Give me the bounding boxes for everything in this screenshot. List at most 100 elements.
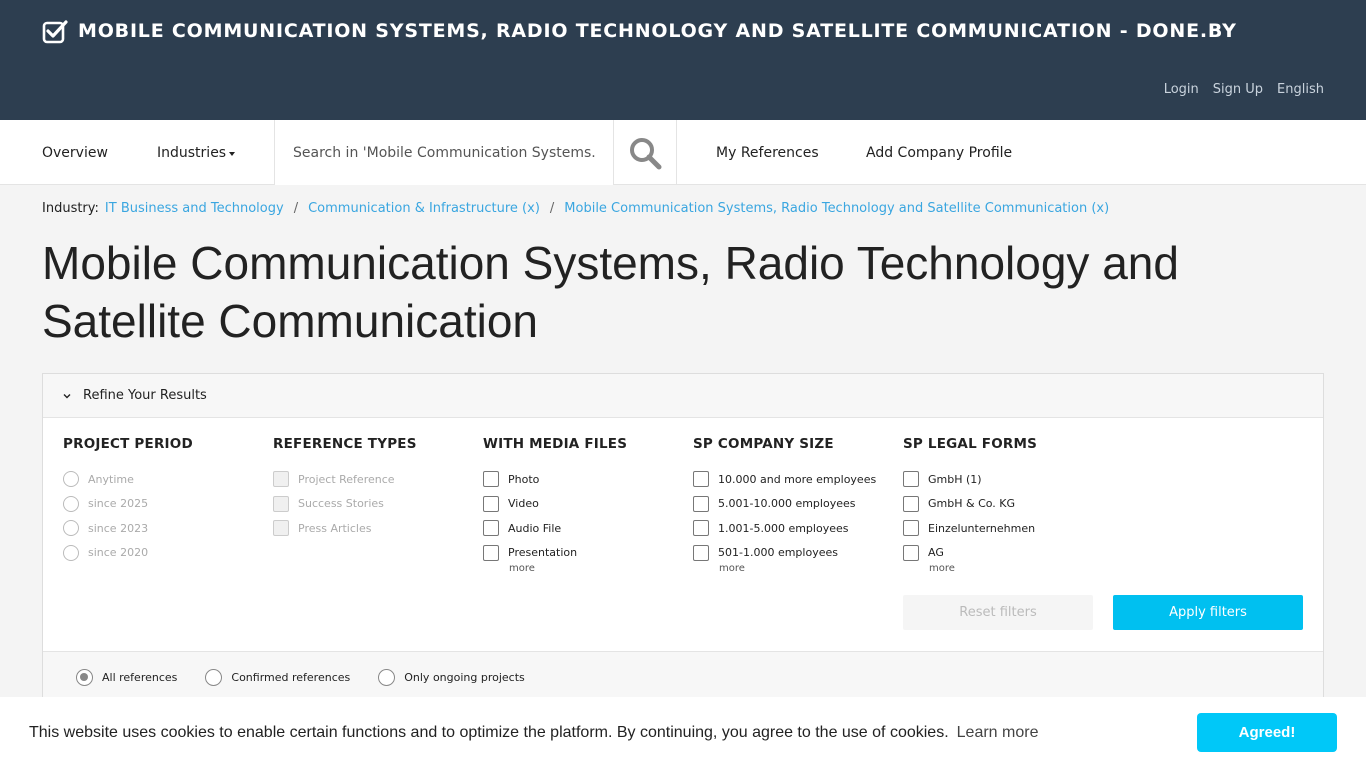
filter-panel-toggle[interactable]: Refine Your Results [43, 374, 1323, 418]
chevron-down-icon [63, 393, 71, 398]
filter-legal-forms: SP LEGAL FORMS GmbH (1) GmbH & Co. KG Ei… [903, 436, 1103, 574]
breadcrumb-label: Industry: [42, 201, 99, 216]
more-link[interactable]: more [719, 563, 893, 574]
checkbox[interactable] [693, 471, 709, 488]
login-link[interactable]: Login [1164, 82, 1199, 97]
option-label: Success Stories [298, 497, 384, 511]
option-label: Project Reference [298, 472, 395, 486]
reference-type-option[interactable]: Success Stories [273, 492, 473, 517]
more-link[interactable]: more [929, 563, 1103, 574]
filter-reference-types: REFERENCE TYPES Project Reference Succes… [273, 436, 473, 541]
checkbox[interactable] [693, 495, 709, 512]
checkbox[interactable] [903, 544, 919, 561]
period-option[interactable]: Anytime [63, 467, 263, 492]
legal-form-option[interactable]: GmbH (1) [903, 467, 1103, 492]
option-label: Press Articles [298, 521, 372, 535]
checkbox-check-icon [42, 20, 68, 44]
scope-option-confirmed[interactable]: Confirmed references [205, 669, 350, 686]
search-icon [630, 137, 662, 169]
checkbox[interactable] [483, 471, 499, 488]
radio-button[interactable] [63, 471, 79, 488]
filter-group-title: PROJECT PERIOD [63, 436, 193, 452]
media-option[interactable]: Photo [483, 467, 683, 492]
filter-panel: Refine Your Results PROJECT PERIOD Anyti… [42, 373, 1324, 713]
checkbox[interactable] [693, 520, 709, 537]
more-link[interactable]: more [509, 563, 683, 574]
legal-form-option[interactable]: AG [903, 541, 1103, 566]
option-label: Presentation [508, 546, 578, 560]
filter-group-title: SP LEGAL FORMS [903, 436, 1038, 452]
signup-link[interactable]: Sign Up [1213, 82, 1263, 97]
option-label: Video [508, 497, 539, 511]
option-label: Photo [508, 472, 540, 486]
option-label: 10.000 and more employees [718, 472, 877, 486]
breadcrumb: Industry: IT Business and Technology / C… [42, 201, 1109, 216]
filter-group-title: REFERENCE TYPES [273, 436, 417, 452]
breadcrumb-item[interactable]: IT Business and Technology [105, 201, 284, 216]
legal-form-option[interactable]: Einzelunternehmen [903, 516, 1103, 541]
option-label: Audio File [508, 521, 562, 535]
option-label: GmbH (1) [928, 472, 982, 486]
language-selector[interactable]: English [1277, 82, 1324, 97]
period-option[interactable]: since 2023 [63, 516, 263, 541]
company-size-option[interactable]: 5.001-10.000 employees [693, 492, 893, 517]
checkbox[interactable] [273, 520, 289, 537]
legal-form-option[interactable]: GmbH & Co. KG [903, 492, 1103, 517]
reference-type-option[interactable]: Press Articles [273, 516, 473, 541]
checkbox[interactable] [903, 520, 919, 537]
checkbox[interactable] [483, 495, 499, 512]
checkbox[interactable] [903, 471, 919, 488]
period-option[interactable]: since 2025 [63, 492, 263, 517]
company-size-option[interactable]: 1.001-5.000 employees [693, 516, 893, 541]
checkbox[interactable] [273, 495, 289, 512]
breadcrumb-separator: / [293, 201, 299, 216]
cookie-message: This website uses cookies to enable cert… [29, 723, 949, 741]
company-size-option[interactable]: 501-1.000 employees [693, 541, 893, 566]
option-label: 5.001-10.000 employees [718, 497, 856, 511]
checkbox[interactable] [693, 544, 709, 561]
radio-button[interactable] [63, 544, 79, 561]
reset-filters-button[interactable]: Reset filters [903, 595, 1093, 630]
apply-filters-button[interactable]: Apply filters [1113, 595, 1303, 630]
cookie-learn-more-link[interactable]: Learn more [957, 724, 1039, 742]
search-input[interactable] [275, 120, 613, 185]
cookie-accept-button[interactable]: Agreed! [1197, 713, 1337, 752]
radio-button[interactable] [205, 669, 223, 686]
scope-option-all[interactable]: All references [76, 669, 177, 686]
reference-type-option[interactable]: Project Reference [273, 467, 473, 492]
checkbox[interactable] [483, 544, 499, 561]
search-button[interactable] [614, 120, 677, 185]
option-label: Only ongoing projects [404, 671, 525, 684]
brand[interactable]: MOBILE COMMUNICATION SYSTEMS, RADIO TECH… [42, 18, 1237, 44]
option-label: since 2023 [88, 521, 149, 535]
media-option[interactable]: Video [483, 492, 683, 517]
option-label: since 2025 [88, 497, 149, 511]
company-size-option[interactable]: 10.000 and more employees [693, 467, 893, 492]
nav-industries-dropdown[interactable]: Industries [157, 120, 236, 185]
radio-button[interactable] [63, 495, 79, 512]
filter-panel-title: Refine Your Results [83, 388, 207, 403]
option-label: Anytime [88, 472, 134, 486]
period-option[interactable]: since 2020 [63, 541, 263, 566]
checkbox[interactable] [903, 495, 919, 512]
breadcrumb-item[interactable]: Communication & Infrastructure (x) [308, 201, 540, 216]
option-label: since 2020 [88, 546, 149, 560]
radio-button[interactable] [63, 520, 79, 537]
filter-group-title: WITH MEDIA FILES [483, 436, 628, 452]
option-label: All references [102, 671, 178, 684]
nav-my-references[interactable]: My References [716, 120, 819, 185]
nav-overview[interactable]: Overview [42, 120, 108, 185]
media-option[interactable]: Presentation [483, 541, 683, 566]
checkbox[interactable] [273, 471, 289, 488]
radio-button-selected[interactable] [76, 669, 93, 686]
radio-button[interactable] [378, 669, 396, 686]
breadcrumb-separator: / [549, 201, 555, 216]
account-links: Login Sign Up English [1164, 82, 1324, 97]
scope-option-ongoing[interactable]: Only ongoing projects [378, 669, 525, 686]
media-option[interactable]: Audio File [483, 516, 683, 541]
cookie-banner: This website uses cookies to enable cert… [0, 697, 1366, 768]
site-title: MOBILE COMMUNICATION SYSTEMS, RADIO TECH… [78, 20, 1237, 42]
checkbox[interactable] [483, 520, 499, 537]
breadcrumb-item[interactable]: Mobile Communication Systems, Radio Tech… [564, 201, 1109, 216]
nav-add-company-profile[interactable]: Add Company Profile [866, 120, 1012, 185]
